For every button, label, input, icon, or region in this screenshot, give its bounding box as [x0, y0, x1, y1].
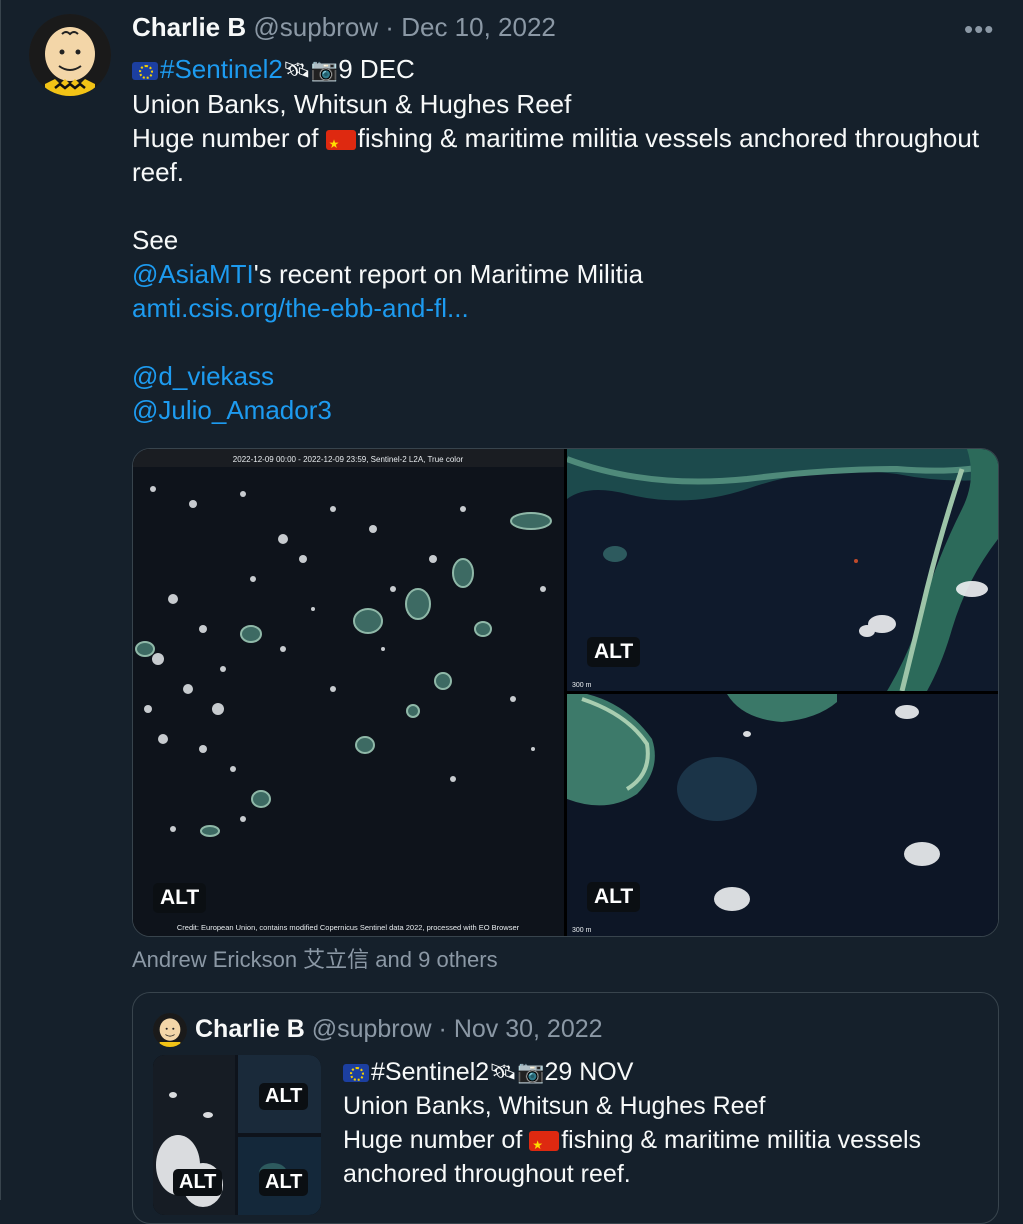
header-separator: ·: [385, 12, 394, 42]
media-grid: 2022-12-09 00:00 - 2022-12-09 23:59, Sen…: [132, 448, 999, 937]
liked-by-text[interactable]: Andrew Erickson 艾立信 and 9 others: [132, 942, 498, 974]
satellite-icon: 🛰: [489, 1059, 518, 1084]
report-link[interactable]: amti.csis.org/the-ebb-and-fl...: [132, 291, 1012, 325]
tweet-body: #Sentinel2🛰📷9 DEC Union Banks, Whitsun &…: [132, 52, 1012, 427]
satellite-image-3[interactable]: 300 m ALT: [567, 694, 998, 936]
image3-scale: 300 m: [572, 927, 592, 934]
image1-credit: Credit: European Union, contains modifie…: [177, 923, 520, 932]
quoted-line-3-end: fishing & maritime militia vessels: [561, 1126, 922, 1154]
tweet-line-2: Union Banks, Whitsun & Hughes Reef: [132, 89, 572, 119]
author-handle[interactable]: @supbrow: [253, 12, 378, 42]
alt-badge[interactable]: ALT: [259, 1083, 309, 1110]
timeline-divider: [0, 0, 1, 1200]
quoted-header-separator: ·: [438, 1015, 447, 1043]
image2-scale: 300 m: [572, 682, 592, 689]
eu-flag-icon: [343, 1064, 369, 1082]
eu-flag-icon: [132, 62, 158, 80]
china-flag-icon: [325, 127, 356, 161]
author-name[interactable]: Charlie B: [132, 12, 246, 42]
quoted-line-3: Huge number of fishing & maritime militi…: [343, 1123, 983, 1162]
quoted-tweet-header: Charlie B @supbrow · Nov 30, 2022: [195, 1015, 603, 1044]
camera-icon: 📷: [517, 1059, 545, 1084]
satellite-image-2[interactable]: 300 m ALT: [567, 449, 998, 691]
quoted-line-2: Union Banks, Whitsun & Hughes Reef: [343, 1092, 766, 1120]
alt-badge[interactable]: ALT: [173, 1169, 223, 1196]
alt-badge[interactable]: ALT: [153, 883, 207, 913]
tweet-line-4: reef.: [132, 157, 185, 187]
tweet-line-3-start: Huge number of: [132, 123, 326, 153]
satellite-icon: 🛰: [282, 57, 311, 82]
mention-asiamti[interactable]: @AsiaMTI: [132, 259, 254, 289]
quoted-author-name: Charlie B: [195, 1015, 305, 1043]
tweet-line-1: #Sentinel2🛰📷9 DEC: [132, 52, 1012, 87]
tweet-line-amti: @AsiaMTI's recent report on Maritime Mil…: [132, 257, 1012, 291]
amti-report-text: 's recent report on Maritime Militia: [253, 259, 644, 289]
author-avatar[interactable]: [29, 14, 111, 96]
quoted-author-avatar: [153, 1013, 187, 1047]
china-flag-icon: [529, 1128, 560, 1162]
tweet-line-see: See: [132, 225, 179, 255]
quoted-date-label: 29 NOV: [544, 1058, 634, 1086]
quoted-line-3-start: Huge number of: [343, 1126, 530, 1154]
tweet-line-3: Huge number of fishing & maritime militi…: [132, 121, 1012, 161]
quoted-line-4: anchored throughout reef.: [343, 1160, 631, 1188]
tweet-line-3-end: fishing & maritime militia vessels ancho…: [357, 123, 980, 153]
hashtag-sentinel2[interactable]: #Sentinel2: [160, 54, 283, 84]
more-options-icon[interactable]: •••: [964, 14, 994, 45]
quoted-media-grid[interactable]: ALT ALT ALT: [153, 1055, 321, 1215]
tweet-date[interactable]: Dec 10, 2022: [401, 12, 556, 42]
alt-badge[interactable]: ALT: [587, 882, 641, 912]
image1-caption: 2022-12-09 00:00 - 2022-12-09 23:59, Sen…: [233, 455, 464, 464]
camera-icon: 📷: [310, 57, 339, 82]
mention-d-viekass[interactable]: @d_viekass: [132, 359, 1012, 393]
alt-badge[interactable]: ALT: [259, 1169, 309, 1196]
quoted-tweet[interactable]: Charlie B @supbrow · Nov 30, 2022 ALT AL…: [132, 992, 999, 1224]
quoted-tweet-date: Nov 30, 2022: [453, 1015, 603, 1043]
satellite-image-1[interactable]: 2022-12-09 00:00 - 2022-12-09 23:59, Sen…: [133, 449, 564, 936]
quoted-tweet-body: #Sentinel2🛰📷29 NOV Union Banks, Whitsun …: [343, 1055, 983, 1191]
quoted-hashtag: #Sentinel2: [371, 1058, 490, 1086]
alt-badge[interactable]: ALT: [587, 637, 641, 667]
mention-julio-amador3[interactable]: @Julio_Amador3: [132, 393, 1012, 427]
tweet-date-label: 9 DEC: [338, 54, 415, 84]
quoted-author-handle: @supbrow: [311, 1015, 432, 1043]
tweet-header: Charlie B @supbrow · Dec 10, 2022: [132, 12, 556, 43]
quoted-line-1: #Sentinel2🛰📷29 NOV: [343, 1055, 983, 1089]
